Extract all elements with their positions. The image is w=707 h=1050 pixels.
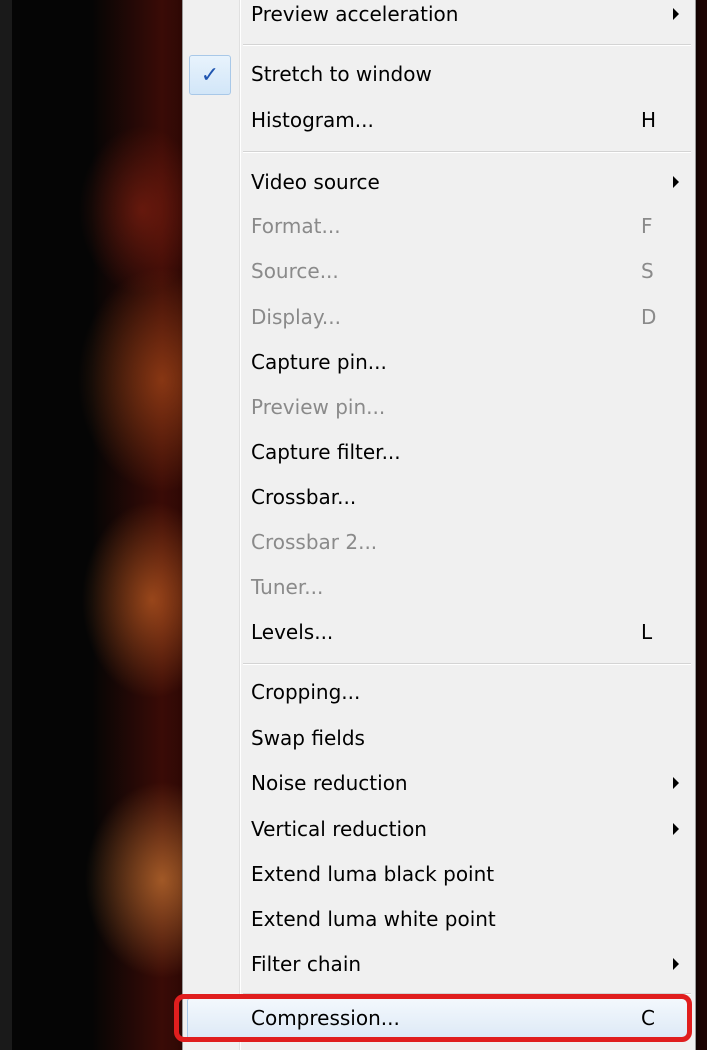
menu-item-video-source[interactable]: Video source [183, 160, 695, 204]
menu-item-levels[interactable]: Levels... L [183, 610, 695, 654]
menu-item-crossbar[interactable]: Crossbar... [183, 475, 695, 519]
annotation-highlight-box [174, 994, 692, 1042]
menu-item-label: Video source [251, 170, 380, 194]
menu-item-label: Cropping... [251, 680, 361, 704]
menu-item-label: Extend luma white point [251, 907, 496, 931]
menu-item-shortcut: D [641, 305, 657, 329]
menu-item-label: Tuner... [251, 575, 324, 599]
context-menu: Preview acceleration ✓ Stretch to window… [182, 0, 696, 1050]
menu-separator [243, 663, 691, 665]
menu-item-histogram[interactable]: Histogram... H [183, 98, 695, 142]
menu-item-tuner[interactable]: Tuner... [183, 565, 695, 609]
menu-item-shortcut: F [641, 214, 653, 238]
menu-separator [243, 44, 691, 46]
menu-item-label: Histogram... [251, 108, 374, 132]
submenu-arrow-icon [673, 823, 679, 835]
menu-item-label: Stretch to window [251, 62, 432, 86]
menu-item-capture-pin[interactable]: Capture pin... [183, 340, 695, 384]
menu-separator [243, 151, 691, 153]
menu-item-label: Capture filter... [251, 440, 401, 464]
menu-item-shortcut: L [641, 620, 653, 644]
menu-item-label: Filter chain [251, 952, 362, 976]
menu-item-label: Crossbar 2... [251, 530, 378, 554]
submenu-arrow-icon [673, 176, 679, 188]
submenu-arrow-icon [673, 777, 679, 789]
menu-item-extend-luma-black-point[interactable]: Extend luma black point [183, 852, 695, 896]
menu-item-display[interactable]: Display... D [183, 295, 695, 339]
menu-item-label: Preview acceleration [251, 2, 459, 26]
submenu-arrow-icon [673, 958, 679, 970]
menu-item-vertical-reduction[interactable]: Vertical reduction [183, 807, 695, 851]
menu-item-noise-reduction[interactable]: Noise reduction [183, 761, 695, 805]
menu-item-preview-pin[interactable]: Preview pin... [183, 385, 695, 429]
menu-item-extend-luma-white-point[interactable]: Extend luma white point [183, 897, 695, 941]
menu-item-label: Crossbar... [251, 485, 357, 509]
menu-item-filter-chain[interactable]: Filter chain [183, 942, 695, 986]
menu-item-label: Noise reduction [251, 771, 408, 795]
menu-item-source[interactable]: Source... S [183, 249, 695, 293]
menu-item-shortcut: H [641, 108, 657, 132]
menu-item-label: Vertical reduction [251, 817, 427, 841]
menu-item-label: Preview pin... [251, 395, 386, 419]
menu-item-swap-fields[interactable]: Swap fields [183, 716, 695, 760]
menu-item-label: Swap fields [251, 726, 365, 750]
menu-item-label: Format... [251, 214, 341, 238]
menu-item-label: Capture pin... [251, 350, 387, 374]
menu-item-label: Source... [251, 259, 339, 283]
menu-item-crossbar-2[interactable]: Crossbar 2... [183, 520, 695, 564]
menu-item-cropping[interactable]: Cropping... [183, 670, 695, 714]
menu-item-label: Levels... [251, 620, 334, 644]
checkmark-icon: ✓ [189, 55, 231, 95]
menu-item-capture-filter[interactable]: Capture filter... [183, 430, 695, 474]
menu-item-label: Extend luma black point [251, 862, 495, 886]
menu-item-format[interactable]: Format... F [183, 204, 695, 248]
menu-item-preview-acceleration[interactable]: Preview acceleration [183, 0, 695, 36]
menu-item-shortcut: S [641, 259, 654, 283]
menu-item-stretch-to-window[interactable]: ✓ Stretch to window [183, 52, 695, 96]
menu-item-label: Display... [251, 305, 341, 329]
submenu-arrow-icon [673, 8, 679, 20]
